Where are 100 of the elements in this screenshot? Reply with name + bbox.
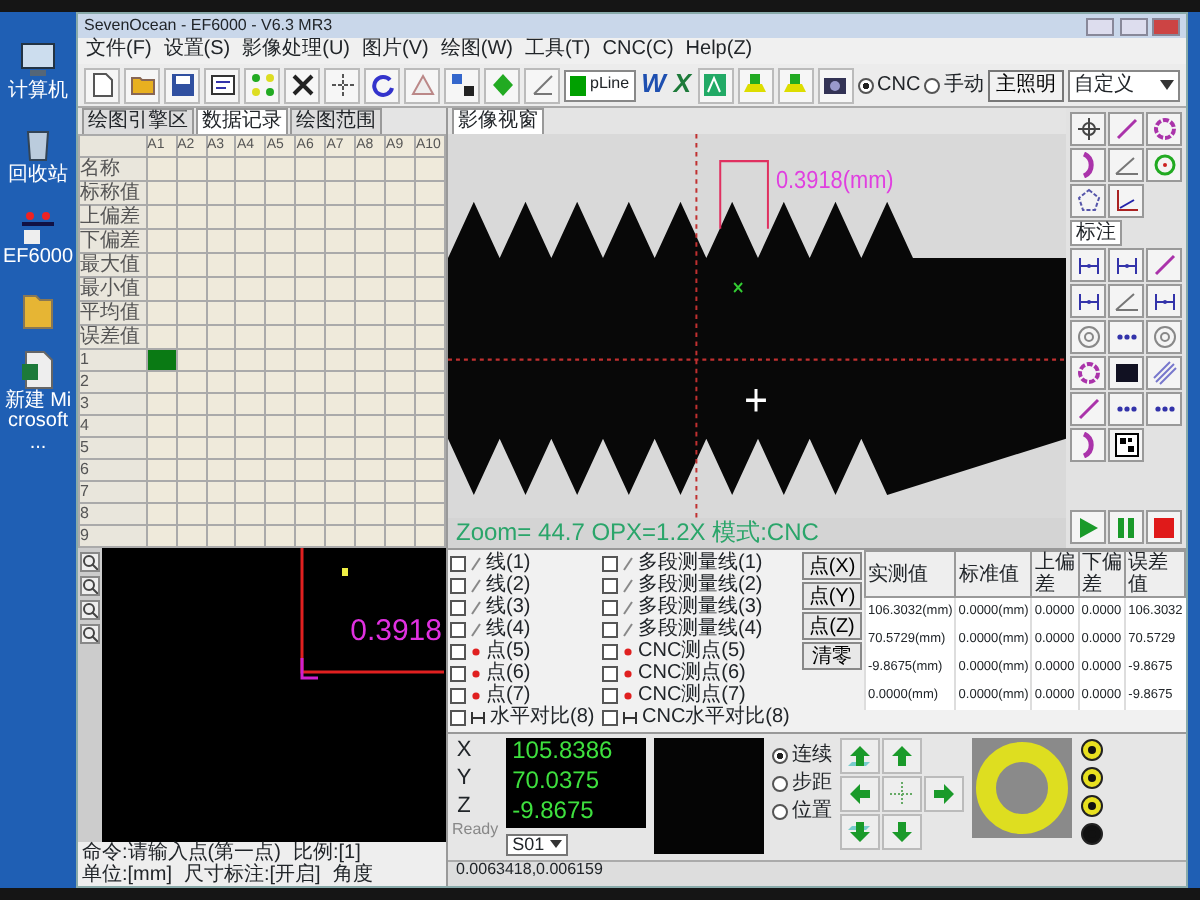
zoom-button[interactable] (80, 576, 100, 596)
dimension-button[interactable] (1070, 284, 1106, 318)
main-light-button[interactable]: 主照明 (988, 69, 1065, 101)
zoom-button[interactable] (80, 552, 100, 572)
move-mode-radio[interactable]: 步距 (772, 772, 833, 794)
measure-checkbox[interactable]: 线(2) (450, 574, 598, 596)
line-button[interactable] (1070, 392, 1106, 426)
dimension-button[interactable] (1108, 248, 1144, 282)
point-button[interactable]: 清零 (802, 642, 862, 670)
polygon-button[interactable] (1070, 184, 1106, 218)
dots-button[interactable] (1108, 392, 1144, 426)
menu-item[interactable]: 绘图(W) (440, 38, 513, 64)
measure-checkbox[interactable]: 多段测量线(1) (602, 552, 798, 574)
data-tab[interactable]: 数据记录 (196, 108, 288, 134)
cross-button[interactable] (284, 67, 320, 103)
maximize-button[interactable] (1119, 17, 1147, 35)
move-button[interactable] (324, 67, 360, 103)
dots-button[interactable] (1108, 320, 1144, 354)
folder-button[interactable] (124, 67, 160, 103)
z-down-button[interactable] (840, 814, 881, 850)
palette-tab[interactable]: 标注 (1070, 220, 1122, 246)
measure-checkbox[interactable]: 点(6) (450, 662, 598, 684)
export-button[interactable]: X (671, 70, 694, 100)
export-button[interactable]: W (639, 70, 668, 100)
measure-checkbox[interactable]: CNC水平对比(8) (602, 706, 798, 728)
line-button[interactable] (1146, 248, 1182, 282)
dots-button[interactable] (1146, 392, 1182, 426)
play-button[interactable] (1070, 510, 1106, 544)
jog-down-button[interactable] (882, 814, 923, 850)
close-button[interactable] (1152, 17, 1180, 35)
angle-button[interactable] (1108, 148, 1144, 182)
mode-radio[interactable]: CNC (857, 74, 921, 96)
crosshair-button[interactable] (1070, 112, 1106, 146)
profile-dropdown[interactable]: 自定义 (1068, 69, 1180, 101)
measure-checkbox[interactable]: 线(1) (450, 552, 598, 574)
measure-checkbox[interactable]: CNC测点(6) (602, 662, 798, 684)
pause-button[interactable] (1108, 510, 1144, 544)
line-style-dropdown[interactable]: pLine (564, 69, 636, 101)
menu-item[interactable]: Help(Z) (685, 38, 753, 64)
move-mode-radio[interactable]: 位置 (772, 800, 833, 822)
jog-left-button[interactable] (840, 776, 881, 812)
menu-item[interactable]: 文件(F) (86, 38, 152, 64)
z-up-button[interactable] (840, 738, 881, 774)
circle-button[interactable] (1146, 112, 1182, 146)
nodes-button[interactable] (244, 67, 280, 103)
lamp-button[interactable] (1080, 794, 1105, 818)
jog-up-button[interactable] (882, 738, 923, 774)
arc-button[interactable] (1070, 428, 1106, 462)
point-button[interactable]: 点(Z) (802, 612, 862, 640)
dimension-button[interactable] (1070, 248, 1106, 282)
save-button[interactable] (164, 67, 200, 103)
zoom-button[interactable] (80, 600, 100, 620)
qrcode-button[interactable] (1108, 428, 1144, 462)
data-tab[interactable]: 绘图引擎区 (82, 108, 194, 134)
file-button[interactable] (84, 67, 120, 103)
measure-checkbox[interactable]: 多段测量线(4) (602, 618, 798, 640)
frame-button[interactable] (204, 67, 240, 103)
lamp-button[interactable] (1080, 738, 1105, 762)
measure-checkbox[interactable]: 点(7) (450, 684, 598, 706)
measure-checkbox[interactable]: CNC测点(5) (602, 640, 798, 662)
screen-button[interactable] (1108, 356, 1144, 390)
slope-button[interactable] (524, 67, 560, 103)
point-button[interactable]: 点(Y) (802, 582, 862, 610)
video-tab[interactable]: 影像视窗 (452, 108, 544, 134)
measure-checkbox[interactable]: 线(4) (450, 618, 598, 640)
menu-item[interactable]: 工具(T) (524, 38, 591, 64)
blocks-button[interactable] (444, 67, 480, 103)
angle-button[interactable] (1108, 284, 1144, 318)
menu-item[interactable]: 图片(V) (362, 38, 429, 64)
ring-button[interactable] (1146, 148, 1182, 182)
menu-item[interactable]: 影像处理(U) (242, 38, 351, 64)
desktop-icon-label[interactable]: 计算机 (1, 82, 75, 103)
desktop-icon-label[interactable]: 回收站 (1, 165, 75, 186)
zoom-button[interactable] (80, 624, 100, 644)
dimension-button[interactable] (1146, 284, 1182, 318)
gauge-button[interactable] (697, 67, 734, 103)
desktop-icon-label[interactable]: 新建 Microsoft ... (1, 391, 75, 454)
point-button[interactable]: 点(X) (802, 552, 862, 580)
minimize-button[interactable] (1086, 17, 1114, 35)
axes-button[interactable] (1108, 184, 1144, 218)
measure-checkbox[interactable]: 线(3) (450, 596, 598, 618)
camera-button[interactable] (817, 67, 854, 103)
measure-checkbox[interactable]: 多段测量线(3) (602, 596, 798, 618)
desktop-icon-label[interactable]: EF6000 (1, 248, 75, 269)
menu-item[interactable]: CNC(C) (602, 38, 674, 64)
measure-checkbox[interactable]: CNC测点(7) (602, 684, 798, 706)
lamp-button[interactable] (1080, 822, 1105, 846)
station-dropdown[interactable]: S01 (506, 833, 568, 857)
data-tab[interactable]: 绘图范围 (290, 108, 382, 134)
line-button[interactable] (1108, 112, 1144, 146)
jog-right-button[interactable] (924, 776, 965, 812)
circle-button[interactable] (1070, 356, 1106, 390)
move-mode-radio[interactable]: 连续 (772, 744, 833, 766)
lamp-button[interactable] (1080, 766, 1105, 790)
tray-button[interactable] (737, 67, 774, 103)
measure-checkbox[interactable]: 水平对比(8) (450, 706, 598, 728)
menu-item[interactable]: 设置(S) (163, 38, 231, 64)
hatch-button[interactable] (1146, 356, 1182, 390)
arc-button[interactable] (1070, 148, 1106, 182)
measure-checkbox[interactable]: 点(5) (450, 640, 598, 662)
